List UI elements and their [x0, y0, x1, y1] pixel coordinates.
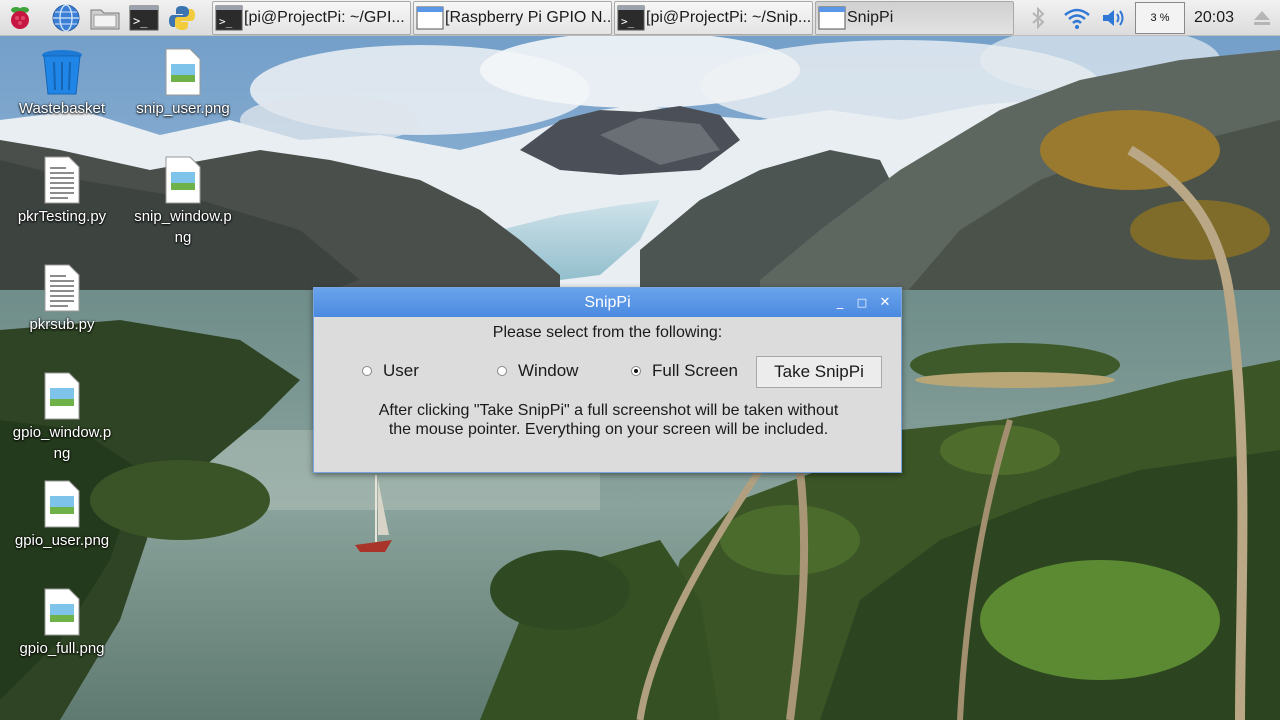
clock[interactable]: 20:03: [1190, 0, 1238, 36]
raspberry-menu-icon[interactable]: [4, 2, 36, 34]
take-snippi-button[interactable]: Take SnipPi: [756, 356, 882, 388]
radio-label: Full Screen: [652, 361, 738, 380]
desktop-icon-label: gpio_full.png: [19, 640, 105, 657]
desktop-icon-label: pkrTesting.py: [17, 208, 107, 225]
desktop-icon-pkrsub[interactable]: pkrsub.py: [7, 260, 117, 335]
window-icon: [415, 4, 445, 32]
radio-button-indicator[interactable]: [362, 366, 372, 376]
window-title: SnipPi: [584, 294, 631, 311]
terminal-icon: >_: [616, 4, 646, 32]
desktop-icon-label: snip_user.png: [136, 100, 230, 117]
desktop-icon-label: gpio_user.png: [14, 532, 110, 549]
window-titlebar[interactable]: SnipPi _ □ ✕: [314, 288, 901, 317]
volume-icon[interactable]: [1099, 3, 1129, 33]
task-gpio-window[interactable]: [Raspberry Pi GPIO N...: [413, 1, 612, 35]
wifi-icon[interactable]: [1062, 3, 1092, 33]
close-button[interactable]: ✕: [876, 294, 894, 312]
clock-label: 20:03: [1193, 9, 1235, 26]
image-file-icon: [7, 584, 117, 636]
desktop-icon-wastebasket[interactable]: Wastebasket: [7, 44, 117, 119]
desktop-icon-label: gpio_window.png: [12, 424, 112, 462]
task-label: [pi@ProjectPi: ~/Snip...: [646, 9, 812, 26]
desktop-icon-gpio-user[interactable]: gpio_user.png: [7, 476, 117, 551]
terminal-icon[interactable]: >_: [128, 2, 160, 34]
taskbar: >_ >_ [pi@ProjectPi: ~/GPI... [Raspberry…: [0, 0, 1280, 36]
info-text-line: the mouse pointer. Everything on your sc…: [388, 421, 829, 438]
python-icon[interactable]: [166, 2, 198, 34]
desktop-icon-label: pkrsub.py: [29, 316, 95, 333]
task-label: SnipPi: [847, 9, 894, 26]
radio-button-indicator[interactable]: [497, 366, 507, 376]
desktop-icon-gpio-full[interactable]: gpio_full.png: [7, 584, 117, 659]
radio-label: Window: [518, 361, 579, 380]
window-icon: [817, 4, 847, 32]
info-text: After clicking "Take SnipPi" a full scre…: [334, 401, 883, 439]
desktop-icon-pkrtesting[interactable]: pkrTesting.py: [7, 152, 117, 227]
terminal-icon: >_: [214, 4, 244, 32]
radio-user[interactable]: User: [362, 360, 419, 382]
task-label: [Raspberry Pi GPIO N...: [445, 9, 611, 26]
trash-icon: [7, 44, 117, 96]
image-file-icon: [7, 368, 117, 420]
web-browser-icon[interactable]: [50, 2, 82, 34]
cpu-usage-monitor[interactable]: 3 %: [1135, 2, 1185, 34]
task-terminal-snip[interactable]: >_ [pi@ProjectPi: ~/Snip...: [614, 1, 813, 35]
text-file-icon: [7, 260, 117, 312]
bluetooth-icon[interactable]: [1026, 3, 1050, 33]
task-label: [pi@ProjectPi: ~/GPI...: [244, 9, 405, 26]
file-manager-icon[interactable]: [89, 2, 121, 34]
radio-button-indicator[interactable]: [631, 366, 641, 376]
info-text-line: After clicking "Take SnipPi" a full scre…: [378, 402, 839, 419]
radio-full-screen[interactable]: Full Screen: [631, 360, 738, 382]
cpu-usage-label: 3 %: [1150, 12, 1170, 24]
svg-text:>_: >_: [219, 15, 233, 28]
desktop-icon-snip-window[interactable]: snip_window.png: [128, 152, 238, 248]
desktop-icon-label: Wastebasket: [18, 100, 106, 117]
task-snippi[interactable]: SnipPi: [815, 1, 1014, 35]
maximize-button[interactable]: □: [853, 294, 871, 312]
svg-text:>_: >_: [133, 14, 148, 28]
text-file-icon: [7, 152, 117, 204]
image-file-icon: [128, 44, 238, 96]
image-file-icon: [128, 152, 238, 204]
image-file-icon: [7, 476, 117, 528]
snippi-window: SnipPi _ □ ✕ Please select from the foll…: [313, 287, 902, 473]
desktop-icon-snip-user[interactable]: snip_user.png: [128, 44, 238, 119]
minimize-button[interactable]: _: [831, 294, 849, 312]
selection-prompt: Please select from the following:: [492, 324, 723, 341]
radio-label: User: [383, 361, 419, 380]
svg-text:>_: >_: [621, 15, 635, 28]
task-terminal-gpio[interactable]: >_ [pi@ProjectPi: ~/GPI...: [212, 1, 411, 35]
eject-icon[interactable]: [1248, 3, 1276, 33]
desktop-icon-gpio-window[interactable]: gpio_window.png: [7, 368, 117, 464]
radio-window[interactable]: Window: [497, 360, 578, 382]
desktop-icon-label: snip_window.png: [134, 208, 232, 246]
